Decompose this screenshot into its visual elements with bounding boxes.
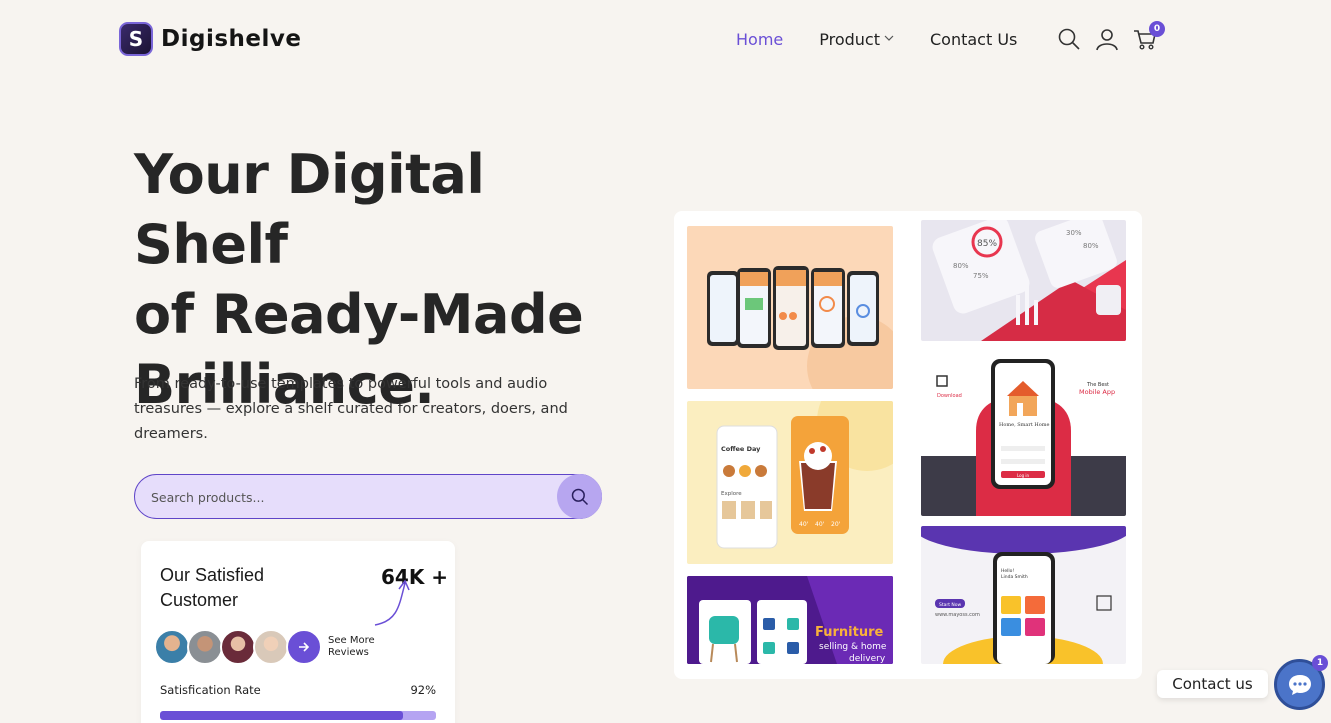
nav-item-home[interactable]: Home [736,30,783,49]
satisfied-customer-card: Our Satisfied Customer 64K + See More Re… [141,541,455,723]
product-search [134,474,602,519]
furniture-sub: selling & home [819,642,887,652]
contact-us-label[interactable]: Contact us [1157,670,1268,698]
product-gallery: 85% 80% 75% 30% 80% Coffee Day Explore 4… [674,211,1142,679]
wallet-url: www.mayoss.com [935,612,980,618]
chat-notification-badge: 1 [1312,655,1328,671]
see-more-reviews-button[interactable] [286,629,322,665]
home-app-title: Home, Smart Home [999,422,1049,428]
hero-title-line: of Ready-Made [134,283,584,346]
avatar [220,629,256,665]
stat-label: 80% [1083,242,1099,250]
avatar [154,629,190,665]
wallet-hello: Hello! [1001,568,1014,574]
cart-count-badge: 0 [1149,21,1165,37]
home-download: Download [937,393,962,399]
see-more-line: Reviews [328,647,369,658]
gallery-tile-stats-app[interactable]: 85% 80% 75% 30% 80% [921,220,1126,341]
wallet-illustration: Hello! Linda Smith Start Now www.mayoss.… [921,526,1126,664]
chevron-down-icon [884,34,894,45]
logo-mark-icon: S [119,22,153,56]
hero-subtitle: From ready-to-use templates to powerful … [134,376,568,442]
see-more-line: See More [328,635,375,646]
card-title-line: Customer [160,590,239,610]
see-more-reviews-link[interactable]: See More Reviews [328,635,388,659]
satisfaction-rate-label: Satisfication Rate [160,683,261,697]
brand-logo[interactable]: S Digishelve [119,22,301,56]
wallet-name: Linda Smith [1001,574,1028,580]
coffee-size: 20' [831,521,841,528]
satisfaction-rate-value: 92% [410,683,436,697]
gallery-tile-coffee-app[interactable]: Coffee Day Explore 40' 40' 20' [687,401,893,564]
search-icon [571,488,588,505]
site-header: S Digishelve Home Product Contact Us 0 [0,0,1331,80]
stat-label: 80% [953,262,969,270]
search-button[interactable] [557,474,602,519]
hero-title-line: Your Digital Shelf [134,143,485,276]
nav-item-contact[interactable]: Contact Us [930,30,1017,49]
gallery-tile-furniture-app[interactable]: Furniture selling & home delivery [687,576,893,664]
stat-label: 30% [1066,229,1082,237]
home-mobile-app: Mobile App [1079,388,1115,396]
wallet-start: Start Now [939,602,962,608]
search-input[interactable] [151,486,531,508]
gallery-tile-wallet-app[interactable]: Hello! Linda Smith Start Now www.mayoss.… [921,526,1126,664]
nav-item-product[interactable]: Product [819,30,894,49]
cart-icon[interactable]: 0 [1133,21,1165,51]
gallery-tile-phones-dashboard[interactable] [687,226,893,389]
coffee-size: 40' [799,521,809,528]
furniture-sub: delivery [849,654,886,664]
card-title: Our Satisfied Customer [160,563,320,613]
arrow-right-icon [299,642,310,652]
card-title-line: Our Satisfied [160,565,265,585]
user-icon[interactable] [1095,27,1119,51]
stat-label: 85% [977,239,997,249]
avatar [253,629,289,665]
coffee-illustration: Coffee Day Explore 40' 40' 20' [716,401,893,549]
gallery-tile-home-app[interactable]: Home, Smart Home Log in Download The Bes… [921,351,1126,516]
furniture-title: Furniture [815,625,883,640]
customer-avatars [154,629,322,665]
header-icons: 0 [1057,21,1165,51]
furniture-illustration: Furniture selling & home delivery [687,576,893,664]
stat-label: 75% [973,272,989,280]
coffee-title: Coffee Day [721,445,761,453]
nav-item-product-label: Product [819,30,880,49]
curved-arrow-icon [374,579,410,626]
coffee-size: 40' [815,521,825,528]
chat-bubble-icon [1288,674,1311,695]
search-icon[interactable] [1057,27,1081,51]
home-login: Log in [1017,473,1030,478]
coffee-explore: Explore [721,491,742,497]
brand-name: Digishelve [161,26,302,52]
satisfaction-progress-bar [160,711,436,720]
main-nav: Home Product Contact Us [736,30,1053,49]
satisfaction-progress-fill [160,711,403,720]
phones-illustration [707,266,893,389]
avatar [187,629,223,665]
home-illustration: Home, Smart Home Log in Download The Bes… [921,359,1126,516]
stats-illustration: 85% 80% 75% 30% 80% [932,220,1126,341]
